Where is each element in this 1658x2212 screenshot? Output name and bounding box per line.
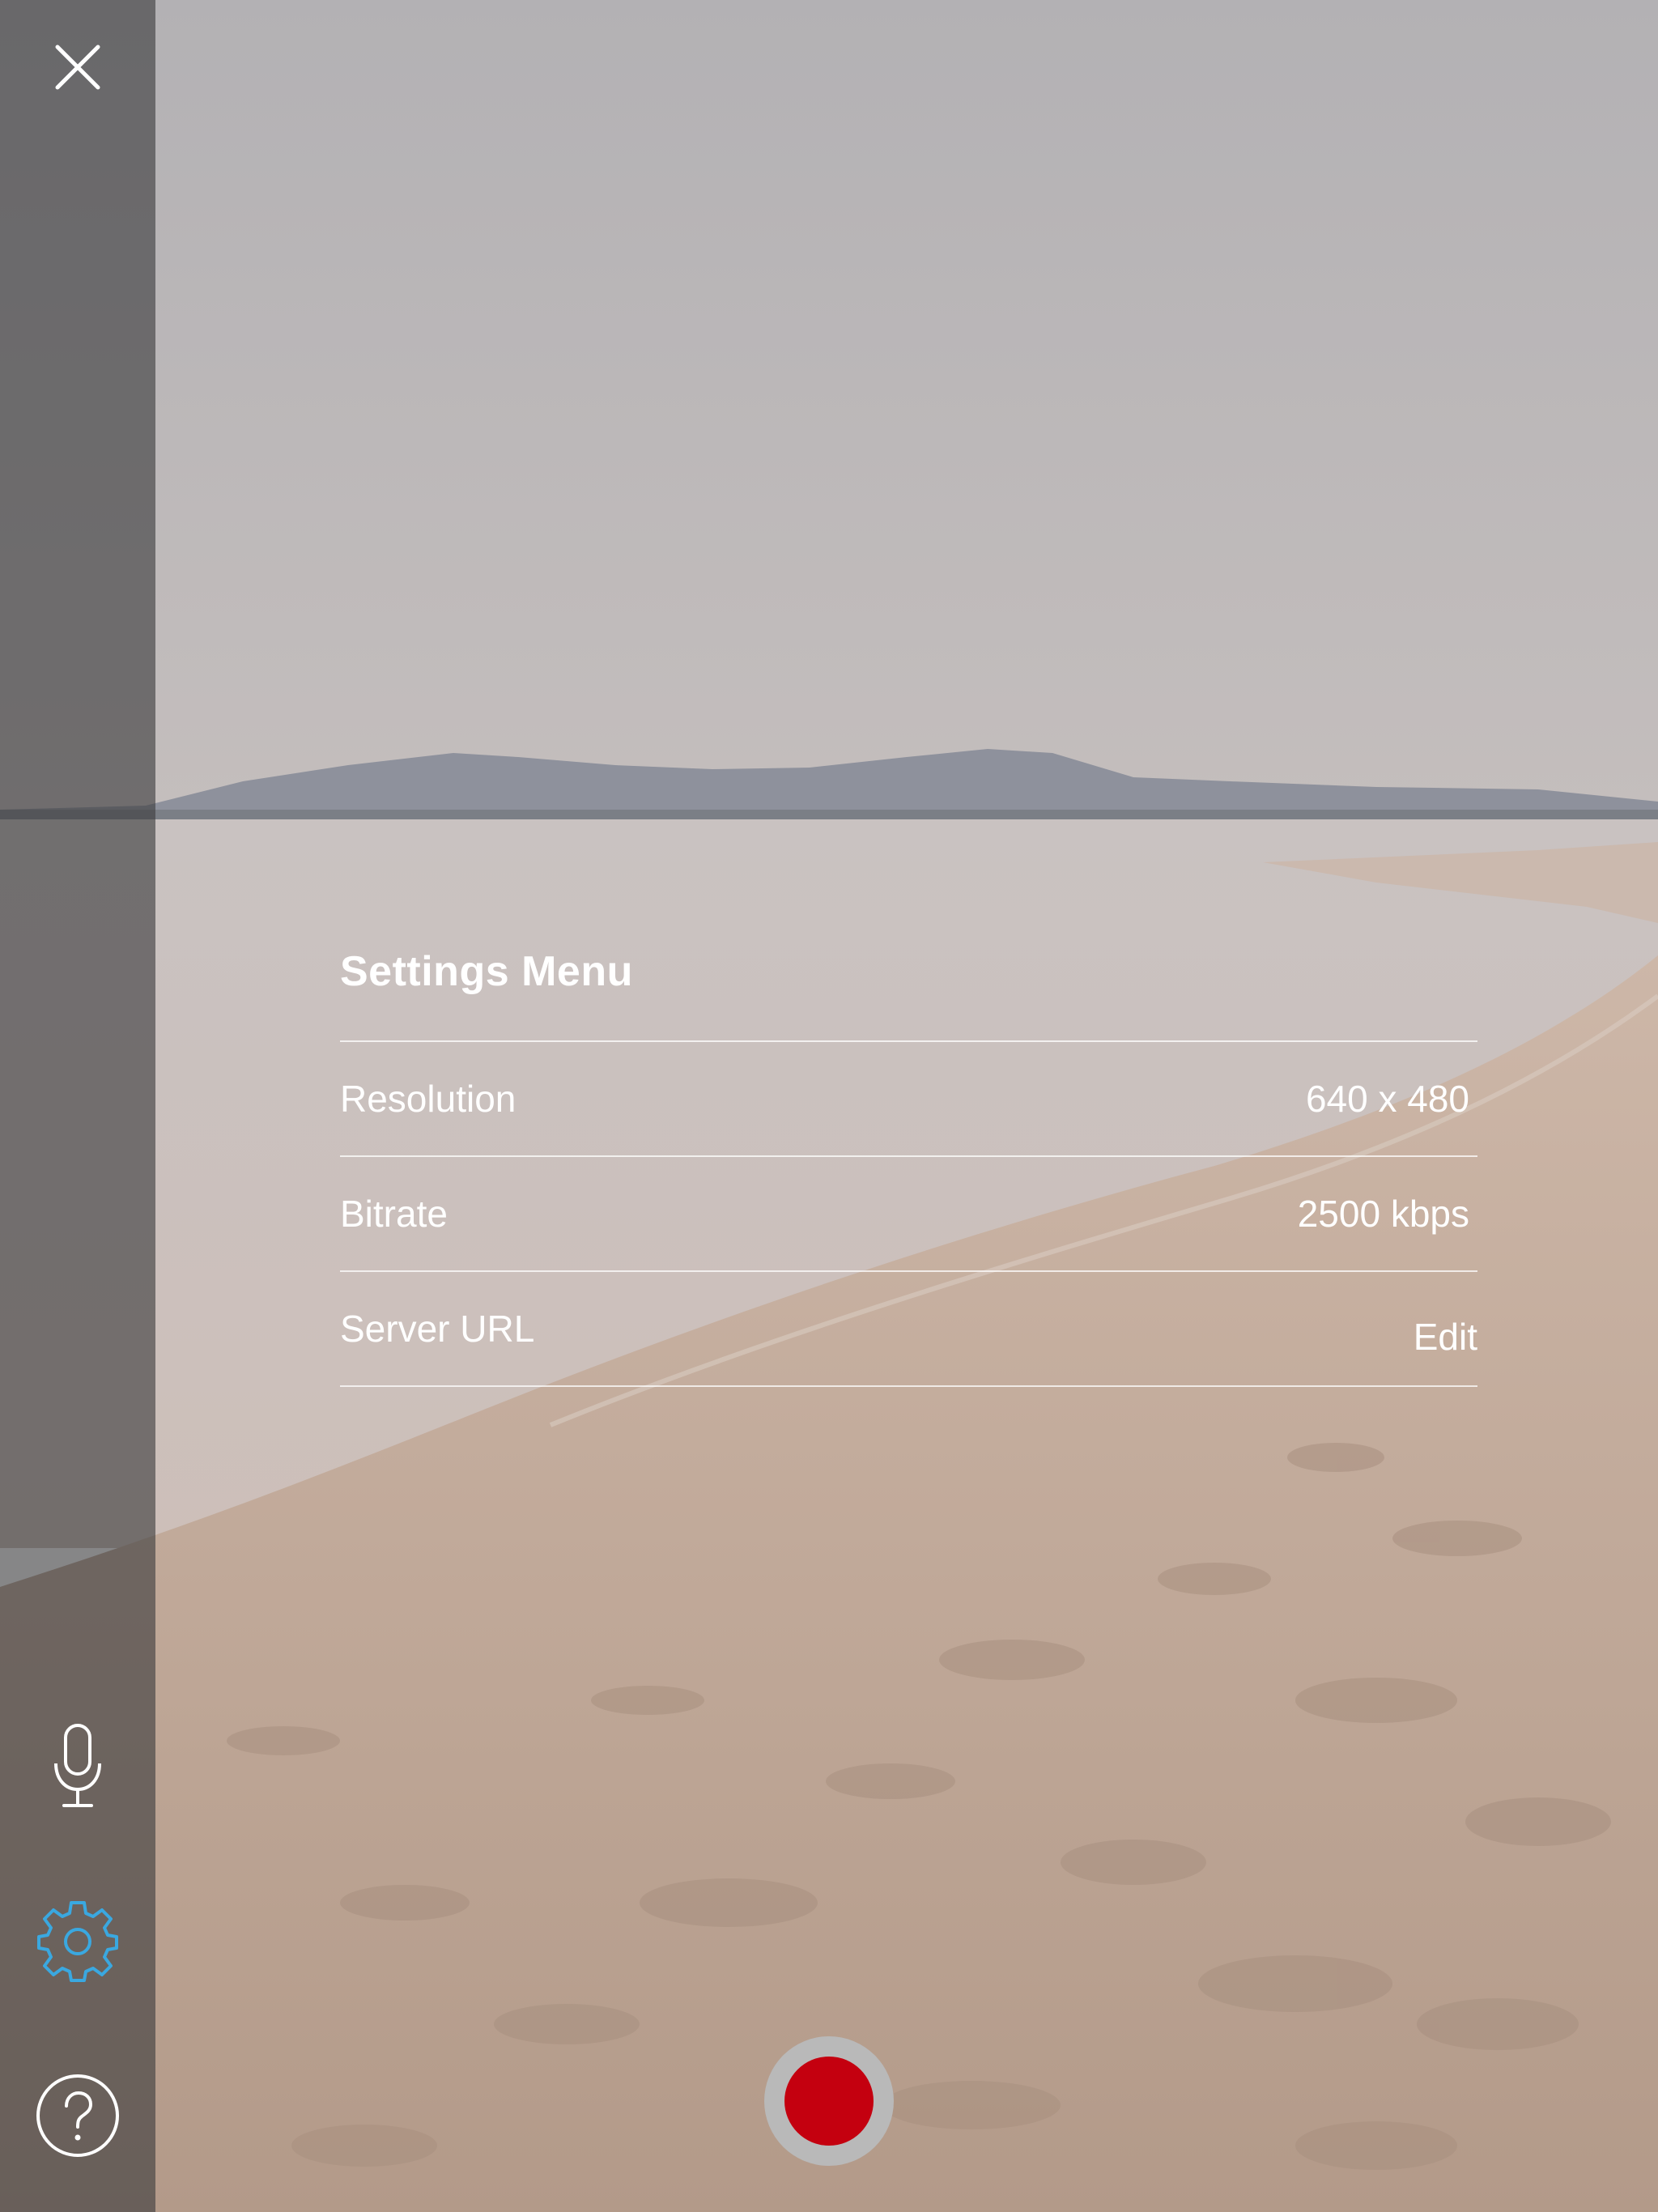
edit-server-url-button[interactable]: Edit <box>1414 1315 1477 1359</box>
close-icon <box>53 43 102 96</box>
close-button[interactable] <box>0 24 155 113</box>
settings-button[interactable] <box>0 1895 155 1992</box>
microphone-icon <box>49 1723 106 1816</box>
sidebar <box>0 0 155 2212</box>
settings-row-label: Bitrate <box>340 1193 448 1235</box>
camera-app: Settings Menu Resolution 640 x 480 Bitra… <box>0 0 1658 2212</box>
settings-row-label: Resolution <box>340 1078 517 1120</box>
settings-title: Settings Menu <box>340 948 633 995</box>
settings-row-label: Server URL <box>340 1308 535 1350</box>
help-icon <box>36 2074 120 2162</box>
record-indicator <box>784 2057 874 2146</box>
record-button[interactable] <box>764 2036 894 2166</box>
gear-icon <box>36 1899 120 1988</box>
microphone-button[interactable] <box>0 1716 155 1822</box>
settings-row-resolution[interactable]: Resolution 640 x 480 <box>340 1040 1477 1155</box>
settings-row-value: 2500 kbps <box>1297 1193 1469 1235</box>
settings-row-bitrate[interactable]: Bitrate 2500 kbps <box>340 1155 1477 1270</box>
settings-row-value: 640 x 480 <box>1305 1078 1469 1120</box>
settings-menu: Settings Menu Resolution 640 x 480 Bitra… <box>340 931 1477 1387</box>
help-button[interactable] <box>0 2069 155 2166</box>
settings-row-server-url: Server URL Edit <box>340 1270 1477 1387</box>
